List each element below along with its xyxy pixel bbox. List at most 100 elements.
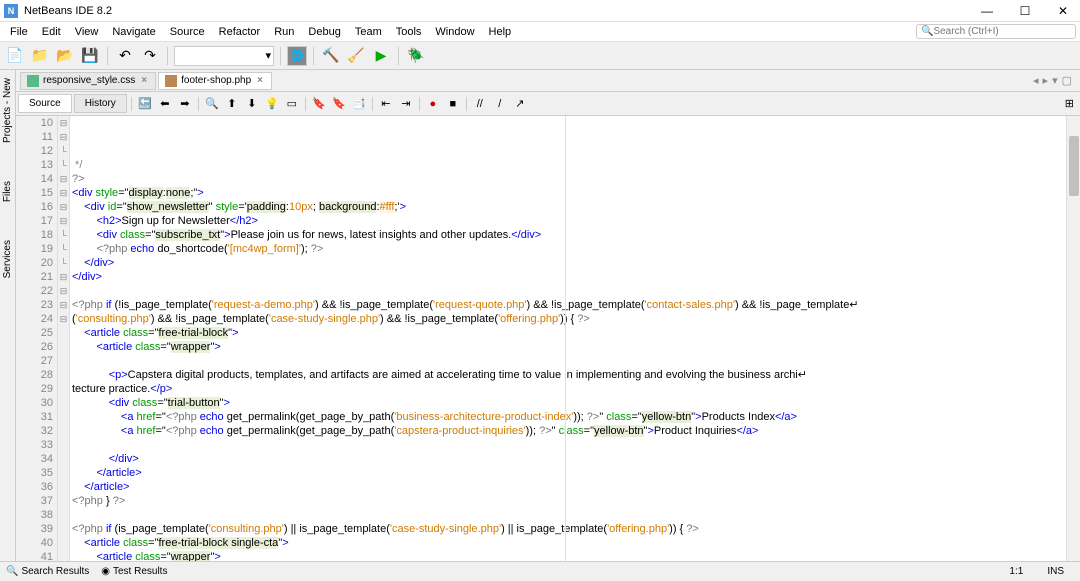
toolbar-separator <box>372 97 373 111</box>
goto-button[interactable]: ↗ <box>511 95 529 113</box>
page-guide-line <box>565 116 566 561</box>
toolbar-separator <box>398 47 399 65</box>
clean-build-button[interactable]: 🧹 <box>345 45 367 67</box>
toggle-bookmark-button[interactable]: 📑 <box>350 95 368 113</box>
left-sidebar: Projects - New Files Services <box>0 70 16 561</box>
file-tab[interactable]: responsive_style.css × <box>20 72 156 90</box>
browser-select[interactable]: 🌐 <box>287 46 307 66</box>
maximize-editor-button[interactable]: ▢ <box>1062 74 1072 87</box>
css-file-icon <box>27 75 39 87</box>
last-edit-button[interactable]: 🔙 <box>136 95 154 113</box>
insert-mode: INS <box>1047 566 1064 577</box>
menu-file[interactable]: File <box>4 24 34 40</box>
status-bar: 🔍Search Results ◉Test Results 1:1 INS <box>0 561 1080 581</box>
search-icon: 🔍 <box>921 26 933 37</box>
comment-button[interactable]: // <box>471 95 489 113</box>
main-area: Projects - New Files Services responsive… <box>0 70 1080 561</box>
find-next-button[interactable]: ⬇ <box>243 95 261 113</box>
undo-button[interactable]: ↶ <box>114 45 136 67</box>
menu-edit[interactable]: Edit <box>36 24 67 40</box>
run-button[interactable]: ▶ <box>370 45 392 67</box>
scroll-tabs-right-button[interactable]: ▸ <box>1043 74 1049 87</box>
php-file-icon <box>165 75 177 87</box>
macro-stop-button[interactable]: ■ <box>444 95 462 113</box>
menu-debug[interactable]: Debug <box>302 24 346 40</box>
menu-tools[interactable]: Tools <box>390 24 428 40</box>
new-project-button[interactable]: 📁 <box>29 45 51 67</box>
close-tab-button[interactable]: × <box>255 75 265 86</box>
toggle-highlight-button[interactable]: 💡 <box>263 95 281 113</box>
menu-view[interactable]: View <box>69 24 105 40</box>
scroll-thumb[interactable] <box>1069 136 1079 196</box>
editor-toolbar: Source History 🔙 ⬅ ➡ 🔍 ⬆ ⬇ 💡 ▭ 🔖 🔖 📑 ⇤ ⇥… <box>16 92 1080 116</box>
next-bookmark-button[interactable]: 🔖 <box>330 95 348 113</box>
toolbar-separator <box>280 47 281 65</box>
file-tab[interactable]: footer-shop.php × <box>158 72 272 90</box>
toggle-rect-select-button[interactable]: ▭ <box>283 95 301 113</box>
status-right: 1:1 INS <box>1009 566 1074 577</box>
debug-button[interactable]: 🪲 <box>405 45 427 67</box>
editor-tab-history[interactable]: History <box>74 94 127 113</box>
app-logo-icon: N <box>4 4 18 18</box>
file-tabs-bar: responsive_style.css × footer-shop.php ×… <box>16 70 1080 92</box>
redo-button[interactable]: ↷ <box>139 45 161 67</box>
toolbar-separator <box>198 97 199 111</box>
new-file-button[interactable]: 📄 <box>4 45 26 67</box>
menu-bar: File Edit View Navigate Source Refactor … <box>0 22 1080 42</box>
chevron-down-icon: ▾ <box>265 49 271 62</box>
close-tab-button[interactable]: × <box>139 75 149 86</box>
menu-source[interactable]: Source <box>164 24 211 40</box>
open-project-button[interactable]: 📂 <box>54 45 76 67</box>
sidebar-tab-files[interactable]: Files <box>1 177 14 206</box>
find-selection-button[interactable]: 🔍 <box>203 95 221 113</box>
toolbar-separator <box>131 97 132 111</box>
config-dropdown[interactable]: ▾ <box>174 46 274 66</box>
test-results-tab[interactable]: ◉Test Results <box>101 566 167 577</box>
test-icon: ◉ <box>101 566 110 577</box>
forward-button[interactable]: ➡ <box>176 95 194 113</box>
toolbar-separator <box>466 97 467 111</box>
window-title: NetBeans IDE 8.2 <box>24 5 974 17</box>
split-button[interactable]: ⊞ <box>1065 97 1078 110</box>
menu-window[interactable]: Window <box>429 24 480 40</box>
vertical-scrollbar[interactable] <box>1066 116 1080 561</box>
editor-tab-source[interactable]: Source <box>18 94 72 113</box>
editor-area: responsive_style.css × footer-shop.php ×… <box>16 70 1080 561</box>
code-content[interactable]: */?><div style="display:none;"> <div id=… <box>70 116 1066 561</box>
close-button[interactable]: ✕ <box>1050 2 1076 20</box>
toolbar-separator <box>167 47 168 65</box>
scroll-tabs-left-button[interactable]: ◂ <box>1033 74 1039 87</box>
menu-help[interactable]: Help <box>483 24 518 40</box>
tab-menu-button[interactable]: ▾ <box>1052 74 1058 87</box>
search-results-tab[interactable]: 🔍Search Results <box>6 566 89 577</box>
maximize-button[interactable]: ☐ <box>1012 2 1038 20</box>
sidebar-tab-projects[interactable]: Projects - New <box>1 74 14 147</box>
file-tab-label: footer-shop.php <box>181 75 251 86</box>
save-all-button[interactable]: 💾 <box>79 45 101 67</box>
uncomment-button[interactable]: / <box>491 95 509 113</box>
code-editor[interactable]: 1011121314151617181920212223242526272829… <box>16 116 1080 561</box>
toolbar-separator <box>419 97 420 111</box>
fold-gutter[interactable]: ⊟⊟└└⊟⊟⊟⊟└└└⊟⊟⊟⊟ <box>58 116 70 561</box>
build-button[interactable]: 🔨 <box>320 45 342 67</box>
find-prev-button[interactable]: ⬆ <box>223 95 241 113</box>
toolbar-separator <box>107 47 108 65</box>
toolbar-separator <box>305 97 306 111</box>
toolbar-separator <box>313 47 314 65</box>
minimize-button[interactable]: — <box>974 2 1000 20</box>
quicksearch-input[interactable] <box>933 26 1071 37</box>
shift-right-button[interactable]: ⇥ <box>397 95 415 113</box>
sidebar-tab-services[interactable]: Services <box>1 236 14 282</box>
title-bar: N NetBeans IDE 8.2 — ☐ ✕ <box>0 0 1080 22</box>
menu-refactor[interactable]: Refactor <box>213 24 267 40</box>
prev-bookmark-button[interactable]: 🔖 <box>310 95 328 113</box>
menu-navigate[interactable]: Navigate <box>106 24 161 40</box>
menu-team[interactable]: Team <box>349 24 388 40</box>
menu-run[interactable]: Run <box>268 24 300 40</box>
cursor-position: 1:1 <box>1009 566 1023 577</box>
back-button[interactable]: ⬅ <box>156 95 174 113</box>
shift-left-button[interactable]: ⇤ <box>377 95 395 113</box>
quicksearch-box[interactable]: 🔍 <box>916 24 1076 39</box>
macro-record-button[interactable]: ● <box>424 95 442 113</box>
globe-icon: 🌐 <box>290 49 304 62</box>
